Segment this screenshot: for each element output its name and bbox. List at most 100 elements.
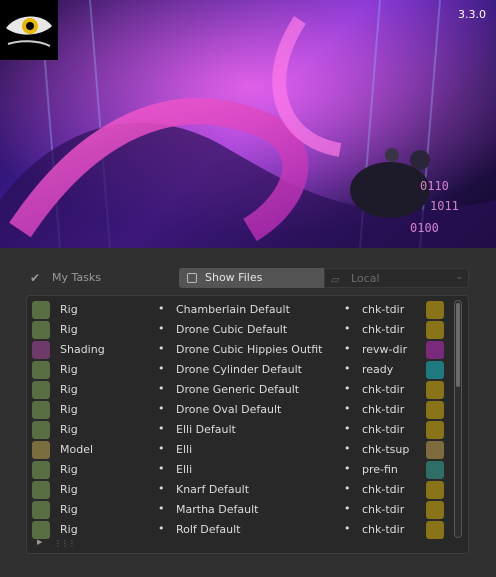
bullet-icon: • [158,342,165,355]
scrollbar[interactable] [454,300,462,538]
list-item[interactable]: Rig • Drone Cylinder Default • ready [27,360,453,380]
task-status: revw-dir [362,343,408,356]
asset-name: Elli [176,463,193,476]
list-item[interactable]: Rig • Drone Oval Default • chk-tdir [27,400,453,420]
asset-name: Elli [176,443,193,456]
task-status-color-swatch [426,401,444,419]
task-type: Rig [60,303,78,316]
task-type-color-swatch [32,321,50,339]
list-item[interactable]: Rig • Elli Default • chk-tdir [27,420,453,440]
asset-name: Drone Cubic Default [176,323,288,336]
task-status-color-swatch [426,381,444,399]
bullet-icon: • [344,442,351,455]
chevron-down-icon: ⌄ [455,272,463,282]
scrollbar-thumb[interactable] [456,303,460,387]
asset-name: Drone Oval Default [176,403,282,416]
task-status: ready [362,363,394,376]
bullet-icon: • [158,482,165,495]
bullet-icon: • [158,382,165,395]
task-type-color-swatch [32,481,50,499]
list-item[interactable]: Rig • Rolf Default • chk-tdir [27,520,453,540]
bullet-icon: • [158,502,165,515]
resize-grip-icon[interactable]: ⋮⋮⋮ [54,539,76,548]
list-item[interactable]: Rig • Drone Generic Default • chk-tdir [27,380,453,400]
bullet-icon: • [344,462,351,475]
task-list[interactable]: Rig • Chamberlain Default • chk-tdir Rig… [26,295,469,554]
task-type-color-swatch [32,381,50,399]
bullet-icon: • [344,402,351,415]
list-item[interactable]: Model • Elli • chk-tsup [27,440,453,460]
asset-name: Rolf Default [176,523,241,536]
task-status-color-swatch [426,521,444,539]
bullet-icon: • [344,502,351,515]
location-value: Local [351,272,380,285]
task-status: chk-tdir [362,383,405,396]
asset-name: Elli Default [176,423,236,436]
bullet-icon: • [344,362,351,375]
list-item[interactable]: Rig • Elli • pre-fin [27,460,453,480]
bullet-icon: • [344,322,351,335]
task-type: Rig [60,363,78,376]
bullet-icon: • [344,522,351,535]
task-status: chk-tsup [362,443,410,456]
task-type: Rig [60,423,78,436]
task-type: Shading [60,343,105,356]
location-dropdown[interactable]: ▱ Local ⌄ [324,268,469,288]
task-type-color-swatch [32,361,50,379]
bullet-icon: • [344,482,351,495]
svg-text:0100: 0100 [410,221,439,235]
splash-image: 0110 1011 0100 3.3.0 [0,0,496,248]
task-type: Rig [60,463,78,476]
task-type: Rig [60,483,78,496]
svg-text:1011: 1011 [430,199,459,213]
bullet-icon: • [158,522,165,535]
task-status: chk-tdir [362,523,405,536]
task-type-color-swatch [32,421,50,439]
bullet-icon: • [158,422,165,435]
task-status-color-swatch [426,501,444,519]
asset-name: Martha Default [176,503,259,516]
asset-name: Knarf Default [176,483,250,496]
task-type-color-swatch [32,521,50,539]
bullet-icon: • [158,362,165,375]
task-status-color-swatch [426,321,444,339]
checkmark-icon[interactable]: ✔ [30,271,40,285]
asset-name: Drone Cylinder Default [176,363,302,376]
task-type-color-swatch [32,441,50,459]
list-item[interactable]: Rig • Drone Cubic Default • chk-tdir [27,320,453,340]
task-type: Rig [60,503,78,516]
task-toolbar: ✔ My Tasks Show Files ▱ Local ⌄ [0,266,496,290]
task-status-color-swatch [426,461,444,479]
task-status-color-swatch [426,421,444,439]
task-type: Rig [60,323,78,336]
task-type-color-swatch [32,301,50,319]
task-type-color-swatch [32,401,50,419]
task-status-color-swatch [426,341,444,359]
bullet-icon: • [158,462,165,475]
task-type: Model [60,443,94,456]
task-type-color-swatch [32,501,50,519]
version-label: 3.3.0 [458,8,486,21]
svg-text:0110: 0110 [420,179,449,193]
splash-artwork: 0110 1011 0100 [0,0,496,248]
list-item[interactable]: Shading • Drone Cubic Hippies Outfit • r… [27,340,453,360]
my-tasks-toggle[interactable]: My Tasks [52,271,101,284]
task-status: chk-tdir [362,483,405,496]
asset-name: Drone Generic Default [176,383,300,396]
task-type-color-swatch [32,461,50,479]
expand-arrow-icon[interactable]: ▶ [37,538,42,546]
list-item[interactable]: Rig • Martha Default • chk-tdir [27,500,453,520]
list-item[interactable]: Rig • Knarf Default • chk-tdir [27,480,453,500]
blender-logo [0,0,58,60]
task-status: chk-tdir [362,403,405,416]
task-type: Rig [60,403,78,416]
task-status-color-swatch [426,441,444,459]
checkbox-icon[interactable] [187,273,197,283]
bullet-icon: • [158,322,165,335]
show-files-toggle[interactable]: Show Files [179,268,324,288]
bullet-icon: • [158,302,165,315]
list-item[interactable]: Rig • Chamberlain Default • chk-tdir [27,300,453,320]
task-panel: ✔ My Tasks Show Files ▱ Local ⌄ Rig • Ch… [0,248,496,577]
bullet-icon: • [158,402,165,415]
task-type: Rig [60,523,78,536]
